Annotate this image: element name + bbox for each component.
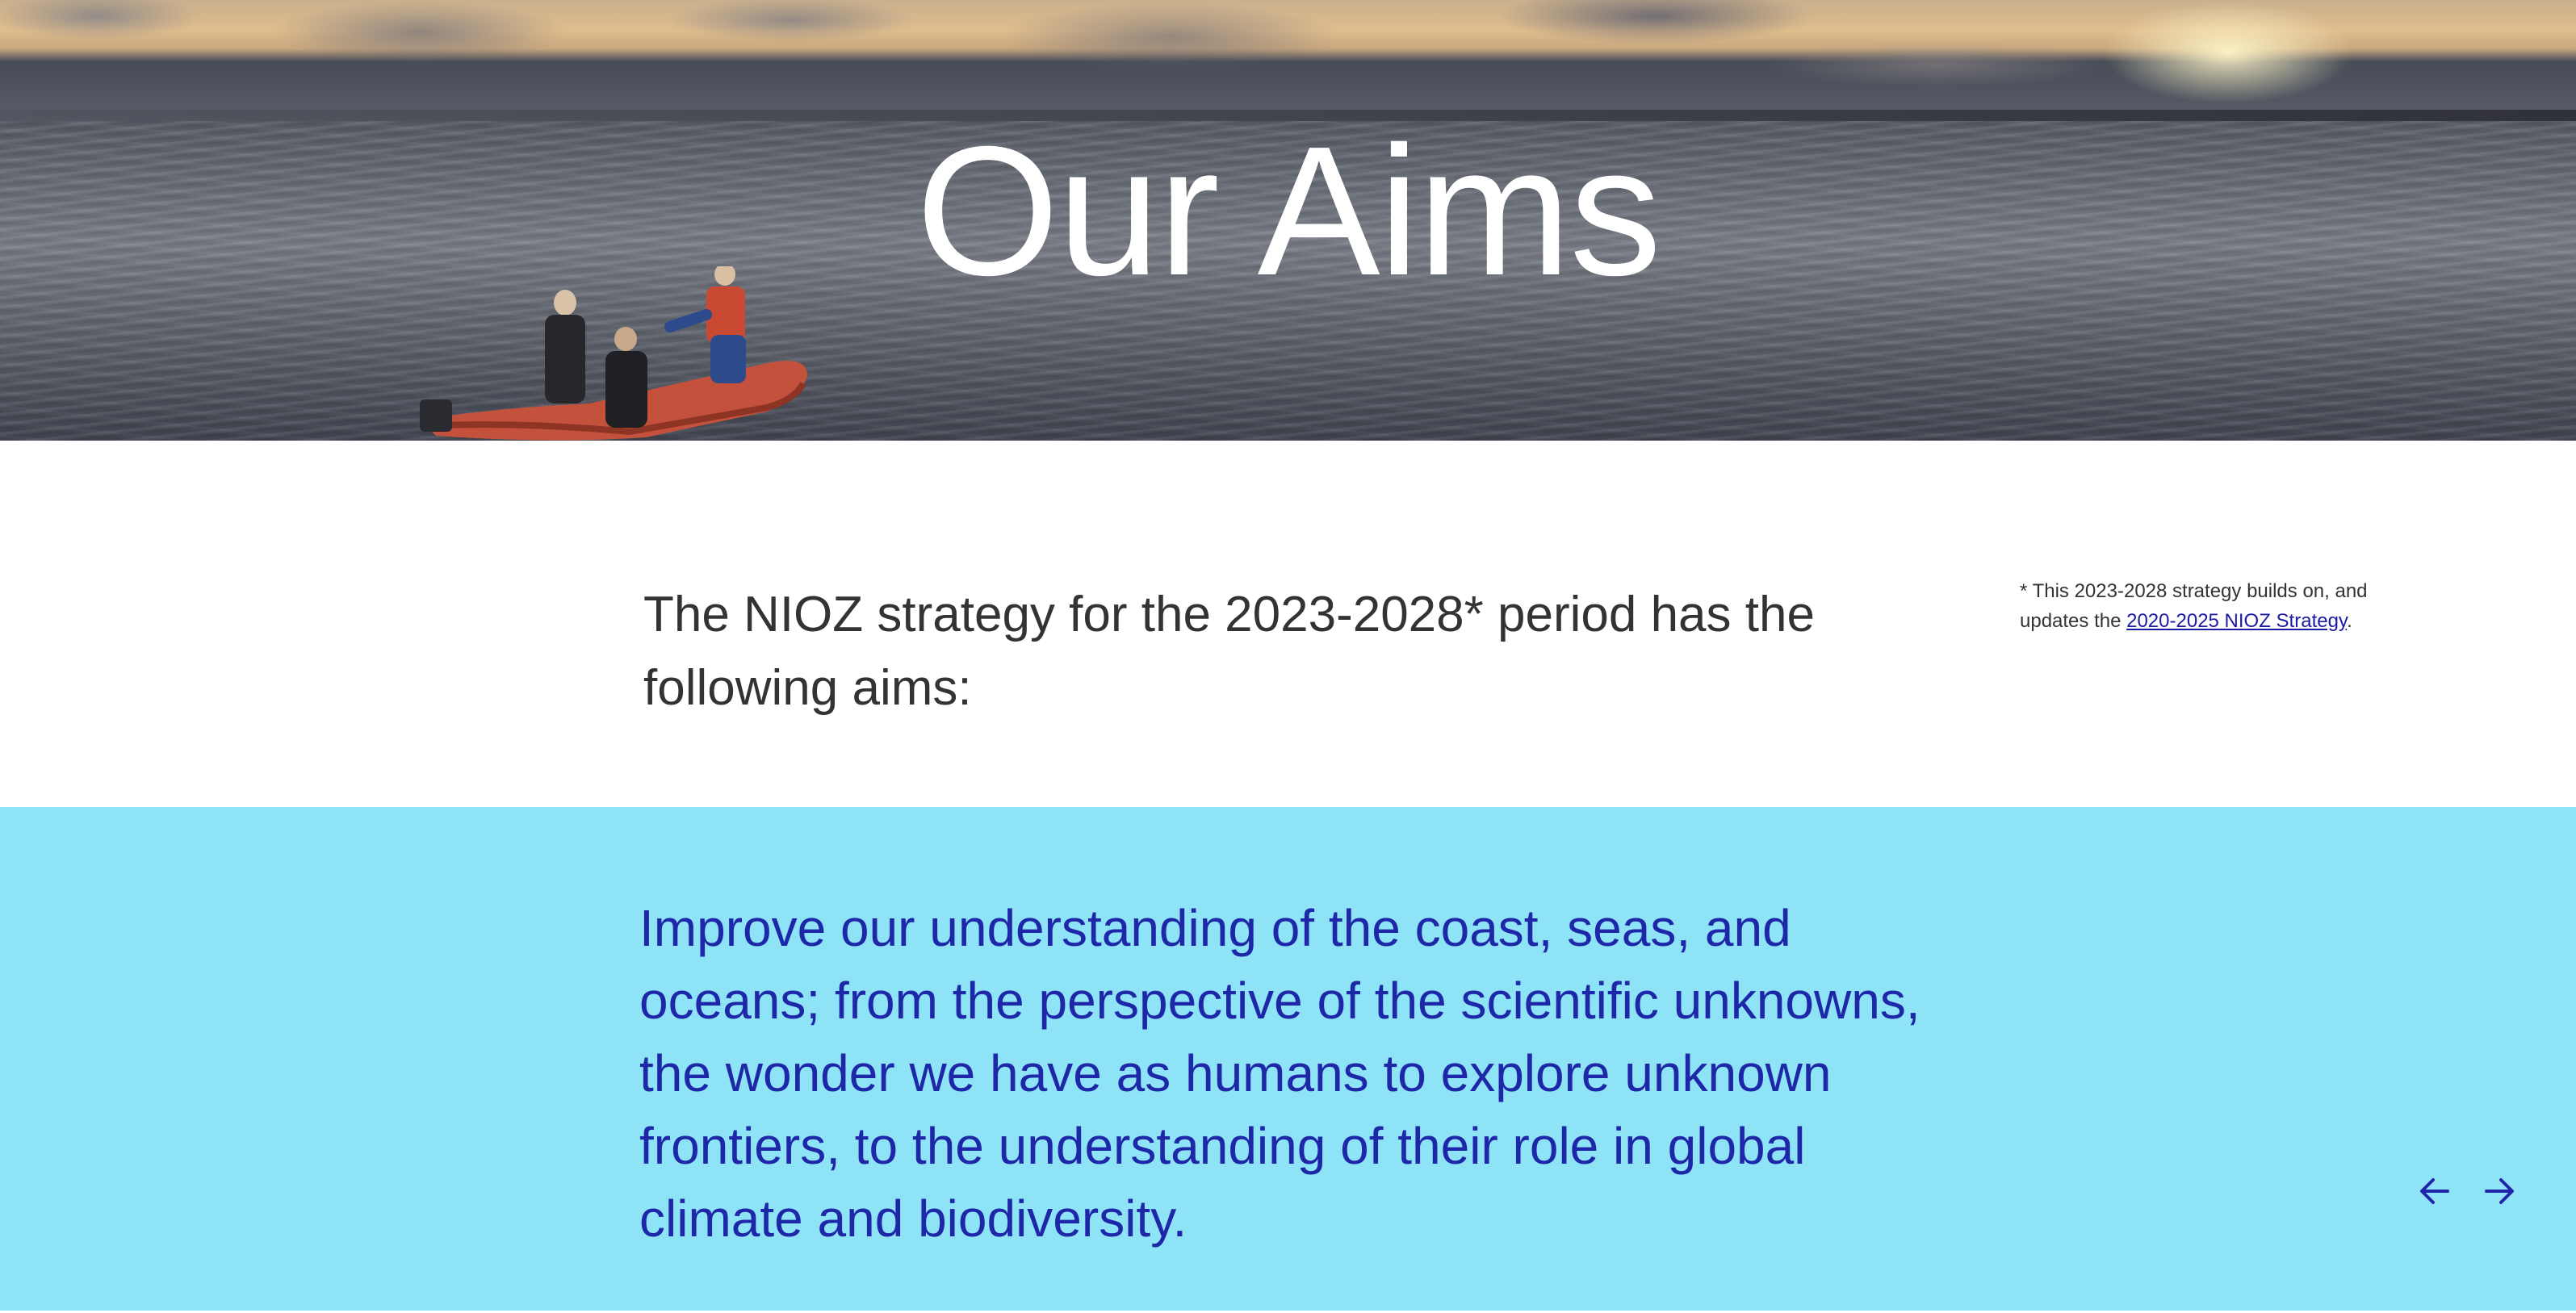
sky-clouds [0, 0, 2576, 115]
previous-aim-button[interactable] [2412, 1169, 2457, 1214]
arrow-right-icon [2485, 1178, 2514, 1204]
aim-slide-text: Improve our understanding of the coast, … [639, 899, 1920, 1248]
footnote-end: . [2347, 610, 2352, 632]
strategy-footnote: * This 2023-2028 strategy builds on, and… [2020, 576, 2399, 636]
aims-carousel: Improve our understanding of the coast, … [0, 807, 2576, 1311]
page-title: Our Aims [915, 109, 1662, 314]
arrow-left-icon [2420, 1178, 2449, 1204]
next-aim-button[interactable] [2477, 1169, 2522, 1214]
intro-section: The NIOZ strategy for the 2023-2028* per… [0, 441, 2576, 807]
intro-text: The NIOZ strategy for the 2023-2028* per… [643, 587, 1815, 716]
hero-banner: Our Aims [0, 0, 2576, 441]
strategy-2020-2025-link[interactable]: 2020-2025 NIOZ Strategy [2126, 610, 2347, 632]
